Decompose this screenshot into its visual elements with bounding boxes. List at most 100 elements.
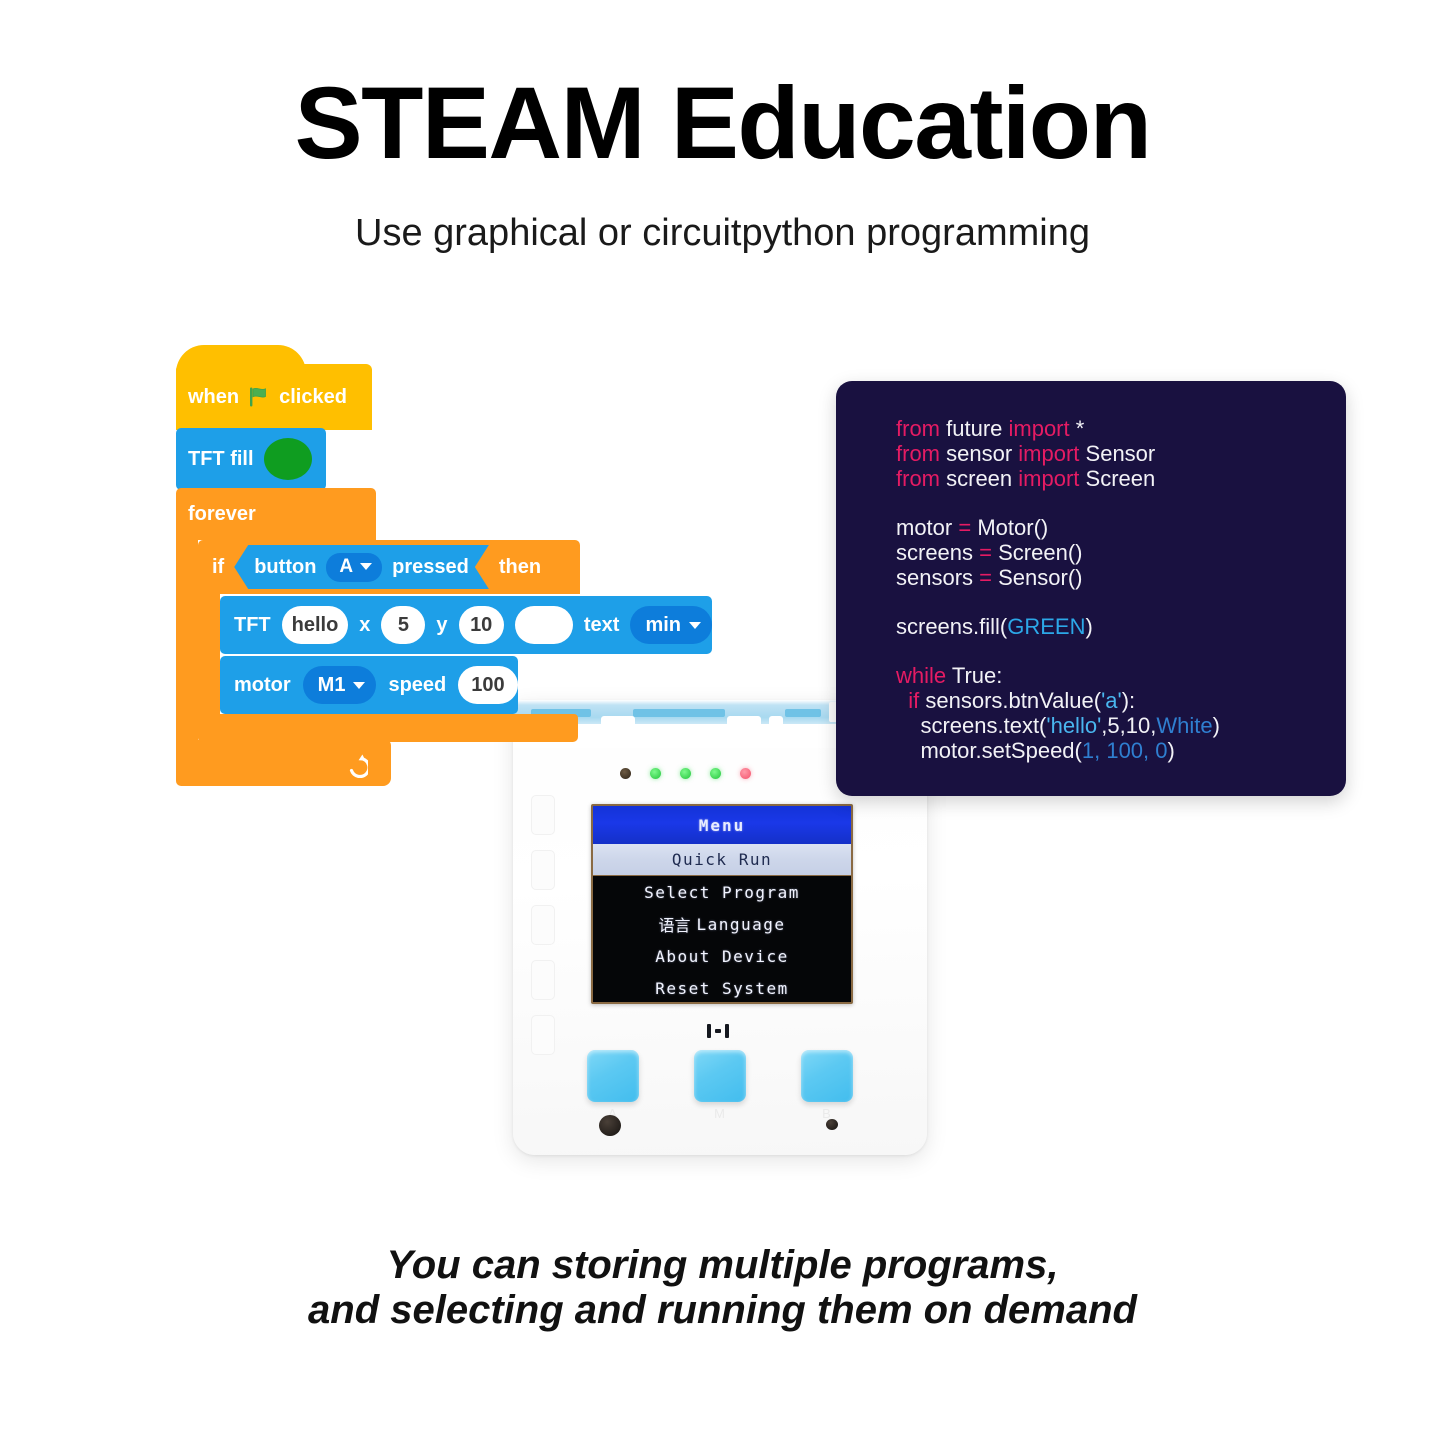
- block-forever-label: forever: [188, 502, 256, 525]
- code-token: sensors.btnValue(: [925, 688, 1102, 713]
- color-swatch-green[interactable]: [263, 438, 312, 480]
- code-line: motor = Motor(): [896, 515, 1220, 541]
- button-select-dropdown[interactable]: A: [326, 553, 382, 582]
- device-sensor-icon: [826, 1119, 838, 1130]
- chevron-down-icon: [689, 621, 701, 629]
- code-line: screens = Screen(): [896, 540, 1220, 566]
- block-tft-text-label: TFT: [234, 613, 271, 636]
- code-token: Sensor: [1085, 441, 1156, 466]
- screen-menu-item-reset-system[interactable]: Reset System: [593, 972, 851, 1002]
- block-forever[interactable]: forever: [176, 488, 376, 540]
- screen-menu-item-label: Language: [696, 914, 786, 934]
- tft-text-x-input[interactable]: 5: [381, 606, 426, 644]
- block-then-label: then: [498, 555, 542, 578]
- code-token: 'a': [1101, 688, 1122, 713]
- code-line: from sensor import Sensor: [896, 441, 1220, 467]
- tft-text-input[interactable]: hello: [281, 606, 349, 644]
- screen-menu-item-about-device[interactable]: About Device: [593, 940, 851, 972]
- page-caption: You can storing multiple programs, and s…: [0, 1243, 1445, 1333]
- block-button-label: button: [254, 555, 317, 578]
- device-screen: Menu Quick Run Select Program 语言 Languag…: [593, 806, 851, 1002]
- screen-menu-item-label-cjk: 语言: [658, 916, 691, 935]
- code-token: sensors: [896, 565, 980, 590]
- block-tft-fill[interactable]: TFT fill: [176, 428, 326, 490]
- code-line: while True:: [896, 663, 1220, 689]
- code-token: White: [1156, 713, 1213, 738]
- screen-menu-item-label: Reset System: [655, 978, 789, 998]
- tft-text-y-label: y: [436, 613, 448, 636]
- code-editor-content[interactable]: from future import * from sensor import S…: [896, 416, 1220, 764]
- scratch-block-stack: when clicked TFT fill forever if button …: [176, 345, 736, 814]
- code-token: from: [896, 466, 947, 491]
- device-button-b[interactable]: [801, 1050, 853, 1102]
- code-token: from: [896, 416, 947, 441]
- code-token: 1, 100, 0: [1081, 738, 1168, 763]
- code-token: Sensor(): [998, 565, 1083, 590]
- page-title: STEAM Education: [294, 66, 1152, 180]
- device-button-b-label: B: [822, 1106, 832, 1121]
- code-token: import: [1008, 416, 1076, 441]
- screen-menu-item-quick-run[interactable]: Quick Run: [593, 844, 851, 876]
- block-when-flag-clicked[interactable]: when clicked: [176, 345, 372, 430]
- page-caption-line-1: You can storing multiple programs,: [386, 1243, 1059, 1287]
- page-caption-line-2: and selecting and running them on demand: [308, 1287, 1137, 1332]
- screen-menu-item-select-program[interactable]: Select Program: [593, 876, 851, 908]
- code-token: ): [1167, 738, 1175, 763]
- code-token: *: [1075, 416, 1085, 441]
- motor-select-dropdown[interactable]: M1: [302, 666, 377, 704]
- code-line: if sensors.btnValue('a'):: [896, 688, 1220, 714]
- block-button-pressed[interactable]: button A pressed: [234, 545, 489, 589]
- motor-speed-input[interactable]: 100: [458, 666, 518, 704]
- device-microphone-icon: [599, 1115, 621, 1136]
- block-pressed-label: pressed: [392, 555, 469, 578]
- code-token: import: [1018, 441, 1086, 466]
- code-line: screens.text('hello',5,10,White): [896, 713, 1220, 739]
- code-token: ,5,10,: [1101, 713, 1157, 738]
- code-token: ): [1212, 713, 1220, 738]
- code-token: if: [908, 688, 926, 713]
- code-token: 'hello': [1046, 713, 1102, 738]
- code-token: future: [946, 416, 1009, 441]
- screen-menu-item-label: About Device: [655, 946, 789, 966]
- green-flag-icon: [248, 386, 270, 408]
- tft-text-size-value: min: [645, 613, 681, 636]
- tft-text-x-label: x: [359, 613, 371, 636]
- code-line: screens.fill(GREEN): [896, 614, 1220, 640]
- screen-menu-item-label: Select Program: [644, 882, 800, 902]
- code-token: from: [896, 441, 947, 466]
- code-token: motor.setSpeed(: [896, 738, 1082, 763]
- block-if-then[interactable]: if button A pressed then: [198, 540, 580, 594]
- tft-text-size-dropdown[interactable]: min: [630, 606, 712, 644]
- code-token: import: [1018, 466, 1086, 491]
- motor-speed-label: speed: [388, 673, 447, 696]
- code-token: screens: [896, 540, 980, 565]
- device-button-m[interactable]: [694, 1050, 746, 1102]
- block-forever-left-rail: [176, 540, 198, 740]
- block-tft-text[interactable]: TFT hello x 5 y 10 text min: [220, 596, 712, 654]
- block-if-left-rail: [198, 594, 220, 714]
- motor-select-value: M1: [317, 673, 346, 696]
- code-token: =: [979, 565, 999, 590]
- page-subtitle: Use graphical or circuitpython programmi…: [355, 212, 1090, 254]
- device-button-m-label: M: [714, 1106, 726, 1121]
- block-tft-fill-label: TFT fill: [188, 447, 254, 470]
- code-token: GREEN: [1007, 614, 1086, 639]
- code-token: ):: [1121, 688, 1136, 713]
- code-token: screen: [946, 466, 1019, 491]
- block-when-label: when: [188, 385, 240, 408]
- led-status-4-icon: [740, 768, 751, 779]
- block-motor-label: motor: [234, 673, 291, 696]
- device-button-row: A M B: [513, 1050, 927, 1121]
- code-line: motor.setSpeed(1, 100, 0): [896, 738, 1220, 764]
- block-if-foot: [198, 714, 578, 742]
- tft-text-y-input[interactable]: 10: [458, 606, 504, 644]
- code-token: screens.fill(: [896, 614, 1008, 639]
- screen-menu-item-language[interactable]: 语言 Language: [593, 908, 851, 940]
- button-select-value: A: [339, 555, 354, 577]
- device-button-a[interactable]: [587, 1050, 639, 1102]
- block-motor-speed[interactable]: motor M1 speed 100: [220, 656, 518, 714]
- tft-text-color-input[interactable]: [514, 606, 573, 644]
